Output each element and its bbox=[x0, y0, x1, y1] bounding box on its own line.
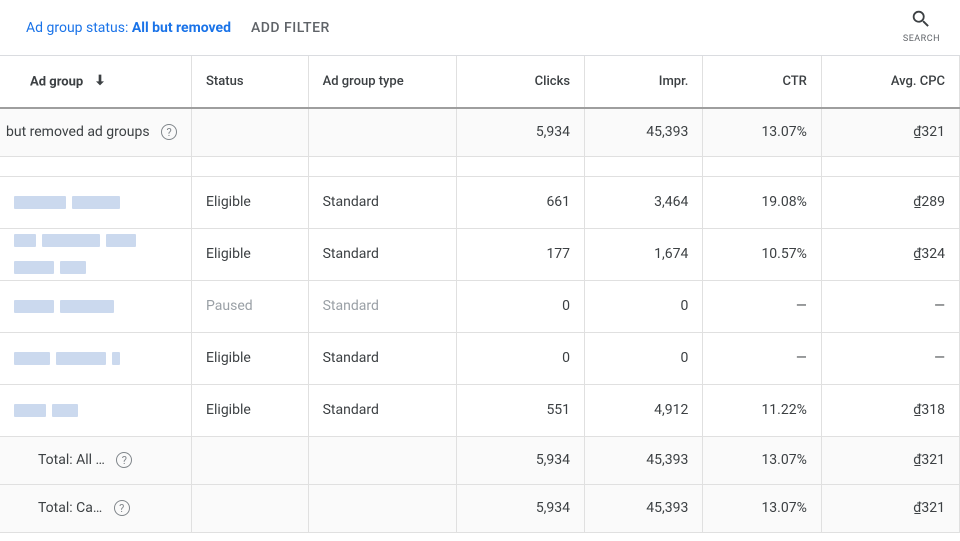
summary-cpc: ₫321 bbox=[821, 108, 959, 156]
adgroup-cell bbox=[0, 384, 192, 436]
total-row: Total: All … ? 5,934 45,393 13.07% ₫321 bbox=[0, 436, 960, 484]
col-header-ctr[interactable]: CTR bbox=[703, 56, 821, 108]
clicks-cell: 661 bbox=[457, 176, 585, 228]
cpc-cell: ₫289 bbox=[821, 176, 959, 228]
status-cell: Eligible bbox=[192, 332, 309, 384]
col-header-type[interactable]: Ad group type bbox=[308, 56, 457, 108]
col-header-impr[interactable]: Impr. bbox=[585, 56, 703, 108]
ctr-cell: — bbox=[703, 280, 821, 332]
type-cell: Standard bbox=[308, 228, 457, 280]
clicks-cell: 551 bbox=[457, 384, 585, 436]
table-header-row: Ad group Status Ad group type Clicks Imp… bbox=[0, 56, 960, 108]
help-icon[interactable]: ? bbox=[114, 500, 130, 516]
col-header-adgroup[interactable]: Ad group bbox=[0, 56, 192, 108]
table-row-cutoff bbox=[0, 156, 960, 176]
impr-cell: 0 bbox=[585, 332, 703, 384]
col-header-clicks[interactable]: Clicks bbox=[457, 56, 585, 108]
type-cell: Standard bbox=[308, 332, 457, 384]
search-icon bbox=[910, 18, 932, 34]
ctr-cell: 10.57% bbox=[703, 228, 821, 280]
clicks-cell: 0 bbox=[457, 332, 585, 384]
impr-cell: 1,674 bbox=[585, 228, 703, 280]
search-button[interactable]: SEARCH bbox=[903, 8, 940, 44]
clicks-cell: 177 bbox=[457, 228, 585, 280]
adgroup-cell bbox=[0, 280, 192, 332]
summary-label: but removed ad groups ? bbox=[0, 108, 192, 156]
impr-cell: 0 bbox=[585, 280, 703, 332]
cpc-cell: — bbox=[821, 332, 959, 384]
ctr-cell: 19.08% bbox=[703, 176, 821, 228]
add-filter-button[interactable]: ADD FILTER bbox=[251, 20, 330, 36]
table-row[interactable]: Paused Standard 0 0 — — bbox=[0, 280, 960, 332]
adgroup-cell bbox=[0, 228, 192, 280]
summary-impr: 45,393 bbox=[585, 108, 703, 156]
filter-bar: Ad group status: All but removed ADD FIL… bbox=[0, 0, 960, 56]
help-icon[interactable]: ? bbox=[116, 452, 132, 468]
ctr-cell: 11.22% bbox=[703, 384, 821, 436]
ctr-cell: — bbox=[703, 332, 821, 384]
table-row[interactable]: Eligible Standard 177 1,674 10.57% ₫324 bbox=[0, 228, 960, 280]
status-cell: Eligible bbox=[192, 384, 309, 436]
col-header-status[interactable]: Status bbox=[192, 56, 309, 108]
status-cell: Eligible bbox=[192, 176, 309, 228]
table-row[interactable]: Eligible Standard 551 4,912 11.22% ₫318 bbox=[0, 384, 960, 436]
total-label: Total: Ca… ? bbox=[0, 484, 192, 532]
type-cell: Standard bbox=[308, 176, 457, 228]
impr-cell: 4,912 bbox=[585, 384, 703, 436]
sort-down-icon bbox=[92, 72, 108, 92]
adgroup-cell bbox=[0, 176, 192, 228]
col-header-cpc[interactable]: Avg. CPC bbox=[821, 56, 959, 108]
type-cell: Standard bbox=[308, 384, 457, 436]
status-cell: Paused bbox=[192, 280, 309, 332]
cpc-cell: ₫324 bbox=[821, 228, 959, 280]
type-cell: Standard bbox=[308, 280, 457, 332]
impr-cell: 3,464 bbox=[585, 176, 703, 228]
total-label: Total: All … ? bbox=[0, 436, 192, 484]
filter-chip-value: All but removed bbox=[132, 20, 231, 36]
help-icon[interactable]: ? bbox=[161, 124, 177, 140]
cpc-cell: — bbox=[821, 280, 959, 332]
data-table: Ad group Status Ad group type Clicks Imp… bbox=[0, 56, 960, 533]
total-row: Total: Ca… ? 5,934 45,393 13.07% ₫321 bbox=[0, 484, 960, 532]
summary-ctr: 13.07% bbox=[703, 108, 821, 156]
adgroup-cell bbox=[0, 332, 192, 384]
search-label: SEARCH bbox=[903, 34, 940, 44]
clicks-cell: 0 bbox=[457, 280, 585, 332]
status-cell: Eligible bbox=[192, 228, 309, 280]
filter-chip-label: Ad group status: bbox=[26, 20, 132, 36]
summary-clicks: 5,934 bbox=[457, 108, 585, 156]
table-row[interactable]: Eligible Standard 661 3,464 19.08% ₫289 bbox=[0, 176, 960, 228]
table-row[interactable]: Eligible Standard 0 0 — — bbox=[0, 332, 960, 384]
summary-row: but removed ad groups ? 5,934 45,393 13.… bbox=[0, 108, 960, 156]
cpc-cell: ₫318 bbox=[821, 384, 959, 436]
filter-chip[interactable]: Ad group status: All but removed bbox=[26, 20, 231, 36]
